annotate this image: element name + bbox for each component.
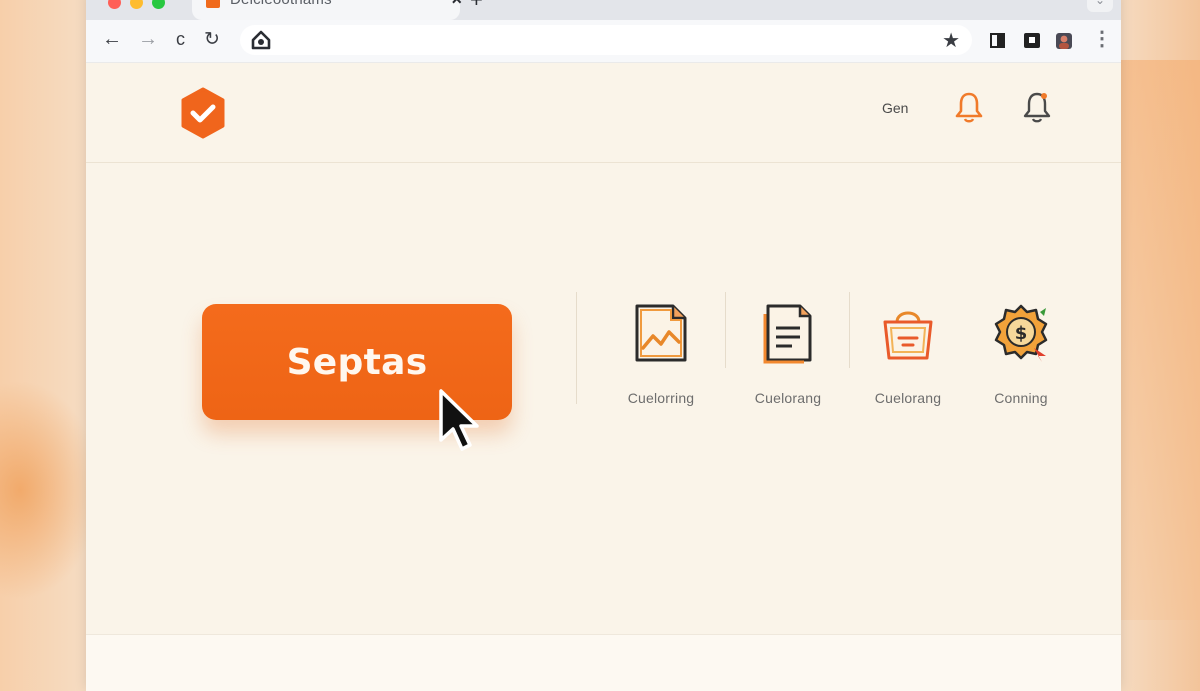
feature-item-chart[interactable]: Cuelorring bbox=[601, 302, 721, 406]
divider bbox=[576, 292, 577, 404]
browser-menu-icon[interactable]: ⋮ bbox=[1092, 26, 1112, 51]
tab-search-button[interactable]: ⌄ bbox=[1087, 0, 1113, 12]
document-icon bbox=[763, 304, 812, 364]
sidebar-icon[interactable] bbox=[990, 33, 1005, 48]
header-link[interactable]: Gen bbox=[882, 100, 908, 116]
maximize-window-button[interactable] bbox=[152, 0, 165, 9]
divider bbox=[725, 292, 726, 368]
window-controls bbox=[108, 0, 165, 9]
browser-tab[interactable]: Deicleoothams × bbox=[192, 0, 462, 20]
page-header: Gen bbox=[86, 62, 1121, 163]
extension-icon[interactable] bbox=[1024, 33, 1040, 48]
alerts-bell-icon[interactable] bbox=[1022, 90, 1052, 129]
feature-item-dollar[interactable]: $ Conning bbox=[961, 302, 1081, 406]
home-icon[interactable] bbox=[250, 30, 272, 55]
feature-label: Conning bbox=[994, 390, 1048, 406]
dollar-badge-icon: $ bbox=[994, 304, 1048, 362]
tab-strip: Deicleoothams × + ⌄ bbox=[86, 0, 1121, 20]
bookmark-star-icon[interactable]: ★ bbox=[942, 28, 960, 53]
feature-item-bag[interactable]: Cuelorang bbox=[848, 302, 968, 406]
background-glow-left bbox=[0, 380, 100, 600]
browser-window: Deicleoothams × + ⌄ ← → c ↻ ★ bbox=[86, 0, 1121, 691]
page-footer bbox=[86, 634, 1121, 691]
browser-toolbar: ← → c ↻ ★ ⋮ bbox=[86, 20, 1121, 63]
feature-label: Cuelorang bbox=[874, 390, 942, 406]
notification-bell-icon[interactable] bbox=[954, 90, 984, 129]
close-window-button[interactable] bbox=[108, 0, 121, 9]
mouse-cursor-icon bbox=[436, 388, 484, 459]
extra-nav-button[interactable]: c bbox=[176, 29, 185, 50]
hexagon-check-logo-icon[interactable] bbox=[180, 87, 226, 144]
feature-item-document[interactable]: Cuelorang bbox=[728, 302, 848, 406]
profile-avatar-icon[interactable] bbox=[1056, 33, 1072, 49]
new-tab-button[interactable]: + bbox=[470, 0, 483, 13]
background-glow-right bbox=[1110, 60, 1200, 620]
back-button[interactable]: ← bbox=[102, 28, 122, 51]
minimize-window-button[interactable] bbox=[130, 0, 143, 9]
tab-close-icon[interactable]: × bbox=[451, 0, 462, 10]
tab-title: Deicleoothams bbox=[230, 0, 332, 8]
svg-text:$: $ bbox=[1015, 323, 1028, 344]
chart-document-icon bbox=[635, 304, 687, 362]
feature-label: Cuelorang bbox=[754, 390, 822, 406]
forward-button[interactable]: → bbox=[138, 28, 158, 51]
address-bar[interactable]: ★ bbox=[240, 25, 972, 55]
feature-label: Cuelorring bbox=[627, 390, 695, 406]
favicon-icon bbox=[206, 0, 220, 8]
reload-button[interactable]: ↻ bbox=[204, 28, 220, 51]
shopping-bag-icon bbox=[883, 311, 933, 360]
